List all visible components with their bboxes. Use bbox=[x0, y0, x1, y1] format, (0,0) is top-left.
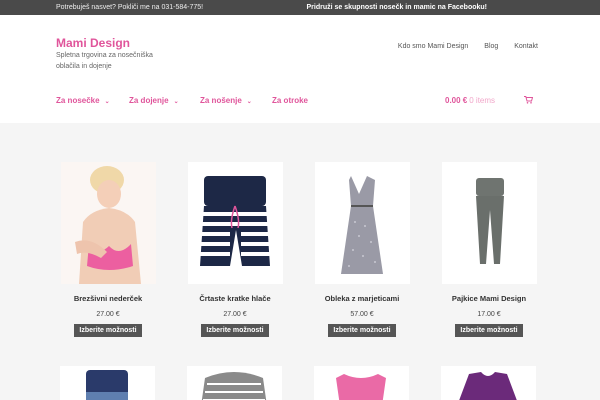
nav-link-about[interactable]: Kdo smo Mami Design bbox=[398, 43, 468, 50]
nav-link-contact[interactable]: Kontakt bbox=[514, 43, 538, 50]
product-image[interactable] bbox=[441, 162, 537, 284]
product-card: Obleka z marjeticami 57.00 € Izberite mo… bbox=[307, 162, 417, 337]
product-image[interactable] bbox=[314, 162, 410, 284]
product-name[interactable]: Brezšivni nederček bbox=[53, 294, 163, 303]
site-header: Mami Design Spletna trgovina za nosečniš… bbox=[0, 15, 600, 123]
product-image[interactable] bbox=[187, 162, 283, 284]
top-bar: Potrebuješ nasvet? Pokliči me na 031-584… bbox=[0, 0, 600, 15]
nav-item-nursing[interactable]: Za dojenje ⌄ bbox=[129, 96, 179, 105]
product-price: 57.00 € bbox=[350, 311, 374, 318]
product-card: Pajkice Mami Design 17.00 € Izberite mož… bbox=[434, 162, 544, 337]
site-tagline: Spletna trgovina za nosečniška oblačila … bbox=[56, 52, 153, 70]
contact-text: Potrebuješ nasvet? Pokliči me na 031-584… bbox=[56, 4, 204, 11]
nav-item-kids[interactable]: Za otroke bbox=[272, 96, 308, 105]
chevron-down-icon: ⌄ bbox=[173, 99, 179, 105]
nav-item-babywearing[interactable]: Za nošenje ⌄ bbox=[200, 96, 252, 105]
product-grid: Brezšivni nederček 27.00 € Izberite možn… bbox=[0, 123, 600, 400]
select-options-button[interactable]: Izberite možnosti bbox=[201, 324, 269, 337]
select-options-button[interactable]: Izberite možnosti bbox=[328, 324, 396, 337]
product-image[interactable] bbox=[187, 366, 282, 400]
select-options-button[interactable]: Izberite možnosti bbox=[74, 324, 142, 337]
nav-item-label: Za otroke bbox=[272, 96, 309, 105]
facebook-link[interactable]: Pridruži se skupnosti nosečk in mamic na… bbox=[307, 4, 488, 11]
product-name[interactable]: Črtaste kratke hlače bbox=[180, 294, 290, 303]
product-price: 17.00 € bbox=[477, 311, 501, 318]
product-image[interactable] bbox=[60, 162, 156, 284]
cart-icon[interactable] bbox=[524, 96, 534, 106]
nav-item-label: Za nosečke bbox=[56, 96, 100, 105]
nav-item-pregnant[interactable]: Za nosečke ⌄ bbox=[56, 96, 110, 105]
site-logo[interactable]: Mami Design bbox=[56, 36, 130, 50]
product-card: Brezšivni nederček 27.00 € Izberite možn… bbox=[53, 162, 163, 337]
product-image[interactable] bbox=[314, 366, 409, 400]
nav-item-label: Za dojenje bbox=[129, 96, 169, 105]
select-options-button[interactable]: Izberite možnosti bbox=[455, 324, 523, 337]
chevron-down-icon: ⌄ bbox=[104, 99, 110, 105]
product-price: 27.00 € bbox=[223, 311, 247, 318]
product-image[interactable] bbox=[441, 366, 536, 400]
nav-item-label: Za nošenje bbox=[200, 96, 242, 105]
product-name[interactable]: Pajkice Mami Design bbox=[434, 294, 544, 303]
cart-item-count: 0 items bbox=[469, 96, 496, 105]
chevron-down-icon: ⌄ bbox=[246, 99, 252, 105]
top-navigation: Kdo smo Mami Design Blog Kontakt bbox=[384, 43, 538, 50]
cart-total: 0.00 € bbox=[445, 96, 468, 105]
product-card: Črtaste kratke hlače 27.00 € Izberite mo… bbox=[180, 162, 290, 337]
product-name[interactable]: Obleka z marjeticami bbox=[307, 294, 417, 303]
product-price: 27.00 € bbox=[96, 311, 120, 318]
product-image[interactable] bbox=[60, 366, 155, 400]
cart-summary[interactable]: 0.00 €0 items bbox=[445, 96, 495, 105]
nav-link-blog[interactable]: Blog bbox=[484, 43, 498, 50]
